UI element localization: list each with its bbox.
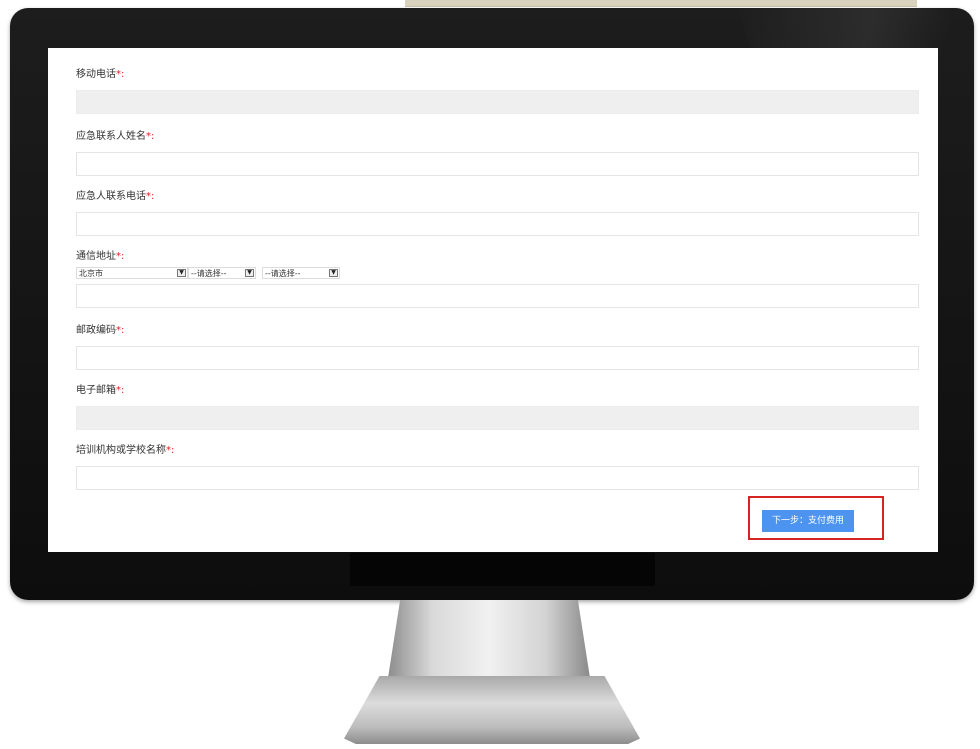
postcode-input[interactable] bbox=[76, 346, 919, 370]
mobile-field: 移动电话*: bbox=[76, 68, 919, 114]
next-step-button[interactable]: 下一步：支付费用 bbox=[762, 510, 854, 532]
required-mark: *: bbox=[116, 69, 125, 80]
emergency-name-label: 应急联系人姓名*: bbox=[76, 130, 919, 144]
required-mark: *: bbox=[116, 385, 125, 396]
emergency-phone-label: 应急人联系电话*: bbox=[76, 190, 919, 204]
district-select-value: --请选择-- bbox=[265, 269, 301, 278]
province-select[interactable]: 北京市 ▼ bbox=[76, 267, 188, 279]
emergency-name-label-text: 应急联系人姓名 bbox=[76, 131, 146, 142]
background-strip bbox=[405, 0, 917, 7]
email-label: 电子邮箱*: bbox=[76, 384, 919, 398]
monitor-chin bbox=[350, 553, 655, 586]
chevron-down-icon: ▼ bbox=[245, 269, 254, 277]
monitor-stand-foot bbox=[344, 676, 640, 744]
school-label: 培训机构或学校名称*: bbox=[76, 444, 919, 458]
required-mark: *: bbox=[166, 445, 175, 456]
emergency-phone-input[interactable] bbox=[76, 212, 919, 236]
address-label-text: 通信地址 bbox=[76, 251, 116, 262]
required-mark: *: bbox=[116, 251, 125, 262]
email-label-text: 电子邮箱 bbox=[76, 385, 116, 396]
chevron-down-icon: ▼ bbox=[177, 269, 186, 277]
city-select-value: --请选择-- bbox=[191, 269, 227, 278]
province-select-value: 北京市 bbox=[79, 269, 103, 278]
required-mark: *: bbox=[116, 325, 125, 336]
required-mark: *: bbox=[146, 131, 155, 142]
email-input[interactable] bbox=[76, 406, 919, 430]
address-detail-input[interactable] bbox=[76, 284, 919, 308]
form-screen: 移动电话*: 应急联系人姓名*: 应急人联系电话*: 通信地址*: 北京市 ▼ … bbox=[48, 48, 938, 552]
emergency-name-field: 应急联系人姓名*: bbox=[76, 130, 919, 176]
email-field: 电子邮箱*: bbox=[76, 384, 919, 430]
address-field: 通信地址*: 北京市 ▼ --请选择-- ▼ --请选择-- ▼ bbox=[76, 250, 919, 308]
mobile-label-text: 移动电话 bbox=[76, 69, 116, 80]
postcode-label-text: 邮政编码 bbox=[76, 325, 116, 336]
mobile-label: 移动电话*: bbox=[76, 68, 919, 82]
emergency-name-input[interactable] bbox=[76, 152, 919, 176]
address-label: 通信地址*: bbox=[76, 250, 919, 264]
school-field: 培训机构或学校名称*: bbox=[76, 444, 919, 490]
chevron-down-icon: ▼ bbox=[329, 269, 338, 277]
monitor-stand-neck bbox=[388, 600, 590, 678]
school-input[interactable] bbox=[76, 466, 919, 490]
emergency-phone-label-text: 应急人联系电话 bbox=[76, 191, 146, 202]
required-mark: *: bbox=[146, 191, 155, 202]
address-selects: 北京市 ▼ --请选择-- ▼ --请选择-- ▼ bbox=[76, 267, 919, 281]
district-select[interactable]: --请选择-- ▼ bbox=[262, 267, 340, 279]
postcode-label: 邮政编码*: bbox=[76, 324, 919, 338]
city-select[interactable]: --请选择-- ▼ bbox=[188, 267, 256, 279]
mobile-input[interactable] bbox=[76, 90, 919, 114]
emergency-phone-field: 应急人联系电话*: bbox=[76, 190, 919, 236]
monitor-frame: 移动电话*: 应急联系人姓名*: 应急人联系电话*: 通信地址*: 北京市 ▼ … bbox=[10, 8, 974, 600]
postcode-field: 邮政编码*: bbox=[76, 324, 919, 370]
school-label-text: 培训机构或学校名称 bbox=[76, 445, 166, 456]
